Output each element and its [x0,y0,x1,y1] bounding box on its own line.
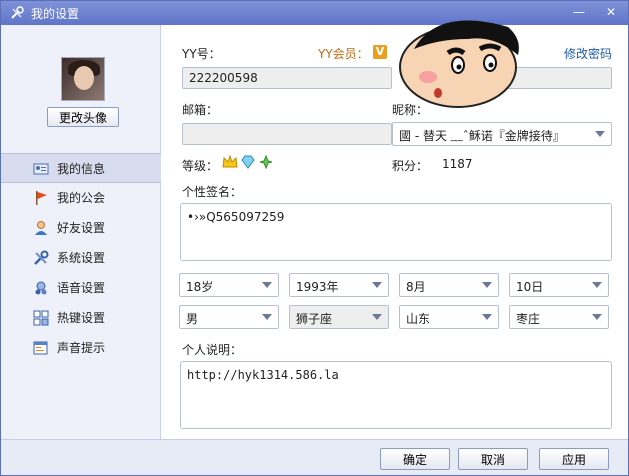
sidebar-item-sound-alerts[interactable]: 声音提示 [1,333,161,363]
signature-label: 个性签名： [182,185,243,199]
sidebar-item-hotkey-settings[interactable]: 热键设置 [1,303,161,333]
id-card-icon [33,163,49,175]
age-select[interactable]: 18岁 [179,273,279,297]
province-value: 山东 [406,312,431,326]
email-field[interactable] [182,123,392,145]
gender-select[interactable]: 男 [179,305,279,329]
settings-window: 我的设置 — ✕ 更改头像 我的信息 我的公会 好友设置 系统设置 语音设置 热… [0,0,629,476]
day-value: 10日 [516,280,544,294]
email-label: 邮箱： [182,103,219,117]
chevron-down-icon [372,282,382,288]
sidebar-item-label: 热键设置 [57,311,106,325]
points-value: 1187 [442,157,473,171]
sidebar-nav: 我的信息 我的公会 好友设置 系统设置 语音设置 热键设置 声音提示 [1,153,161,363]
avatar [61,57,105,101]
year-value: 1993年 [296,280,339,294]
yy-number-label: YY号： [182,47,221,61]
cartoon-head-sticker [399,20,519,108]
crown-icon [222,155,238,168]
chevron-down-icon [262,314,272,320]
keyboard-icon [33,310,49,326]
dialog-footer: 确定 取消 应用 [1,439,628,475]
zodiac-value: 狮子座 [296,312,333,326]
birth-year-select[interactable]: 1993年 [289,273,389,297]
chevron-down-icon [372,314,382,320]
sidebar-item-label: 我的信息 [57,162,106,176]
sidebar-item-label: 声音提示 [57,341,106,355]
points-label: 积分： [392,159,429,173]
nickname-select[interactable]: 國 - 替天 ﹏ˆ稣诺『金牌接待』 [392,122,612,146]
yy-number-field: 222200598 [182,67,392,89]
sidebar-item-label: 系统设置 [57,251,106,265]
age-value: 18岁 [186,280,214,294]
vip-label: YY会员： [318,47,369,61]
apply-button[interactable]: 应用 [539,448,609,470]
change-password-link[interactable]: 修改密码 [564,45,612,62]
settings-tools-icon [11,6,24,19]
description-label: 个人说明： [182,343,243,357]
sidebar: 更改头像 我的信息 我的公会 好友设置 系统设置 语音设置 热键设置 声音提示 [1,25,161,439]
nickname-value: 國 - 替天 ﹏ˆ稣诺『金牌接待』 [399,129,565,143]
flag-icon [36,191,47,205]
city-value: 枣庄 [516,312,541,326]
cancel-button[interactable]: 取消 [458,448,528,470]
sidebar-item-my-info[interactable]: 我的信息 [1,153,161,183]
tools-icon [34,250,49,265]
diamond-icon [241,155,255,169]
ok-button[interactable]: 确定 [380,448,450,470]
level-label: 等级： [182,159,219,173]
gender-value: 男 [186,312,199,326]
sidebar-item-my-guild[interactable]: 我的公会 [1,183,161,213]
star-icon [259,155,273,169]
friend-icon [35,221,47,235]
voice-icon [35,281,47,295]
minimize-button[interactable]: — [565,1,593,23]
birth-day-select[interactable]: 10日 [509,273,609,297]
chevron-down-icon [482,314,492,320]
title-bar: 我的设置 — ✕ [1,1,628,25]
change-avatar-button[interactable]: 更改头像 [47,107,119,127]
sidebar-item-friend-settings[interactable]: 好友设置 [1,213,161,243]
chevron-down-icon [482,282,492,288]
my-info-panel: YY号： YY会员： V 修改密码 222200598 邮箱： 昵称： 國 - … [162,20,628,439]
month-value: 8月 [406,280,426,294]
sidebar-item-label: 语音设置 [57,281,106,295]
sidebar-item-label: 我的公会 [57,191,106,205]
sidebar-item-system-settings[interactable]: 系统设置 [1,243,161,273]
sidebar-item-voice-settings[interactable]: 语音设置 [1,273,161,303]
close-button[interactable]: ✕ [597,1,625,23]
window-title: 我的设置 [31,7,80,21]
description-input[interactable]: http://hyk1314.586.la [180,361,612,429]
vip-badge-icon[interactable]: V [373,45,387,59]
chevron-down-icon [592,282,602,288]
sound-icon [33,341,48,355]
signature-input[interactable]: •›»Q565097259 [180,203,612,261]
chevron-down-icon [262,282,272,288]
birth-month-select[interactable]: 8月 [399,273,499,297]
zodiac-select: 狮子座 [289,305,389,329]
sidebar-item-label: 好友设置 [57,221,106,235]
chevron-down-icon [595,131,605,137]
city-select[interactable]: 枣庄 [509,305,609,329]
province-select[interactable]: 山东 [399,305,499,329]
chevron-down-icon [592,314,602,320]
